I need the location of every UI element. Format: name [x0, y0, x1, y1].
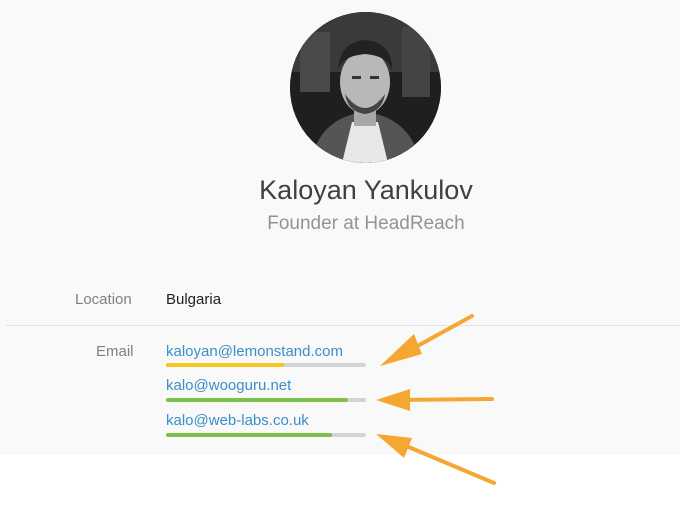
arrow-1-icon	[380, 314, 474, 366]
arrow-3-icon	[376, 434, 496, 485]
annotation-arrows	[376, 314, 496, 485]
arrow-2-icon	[376, 389, 494, 411]
